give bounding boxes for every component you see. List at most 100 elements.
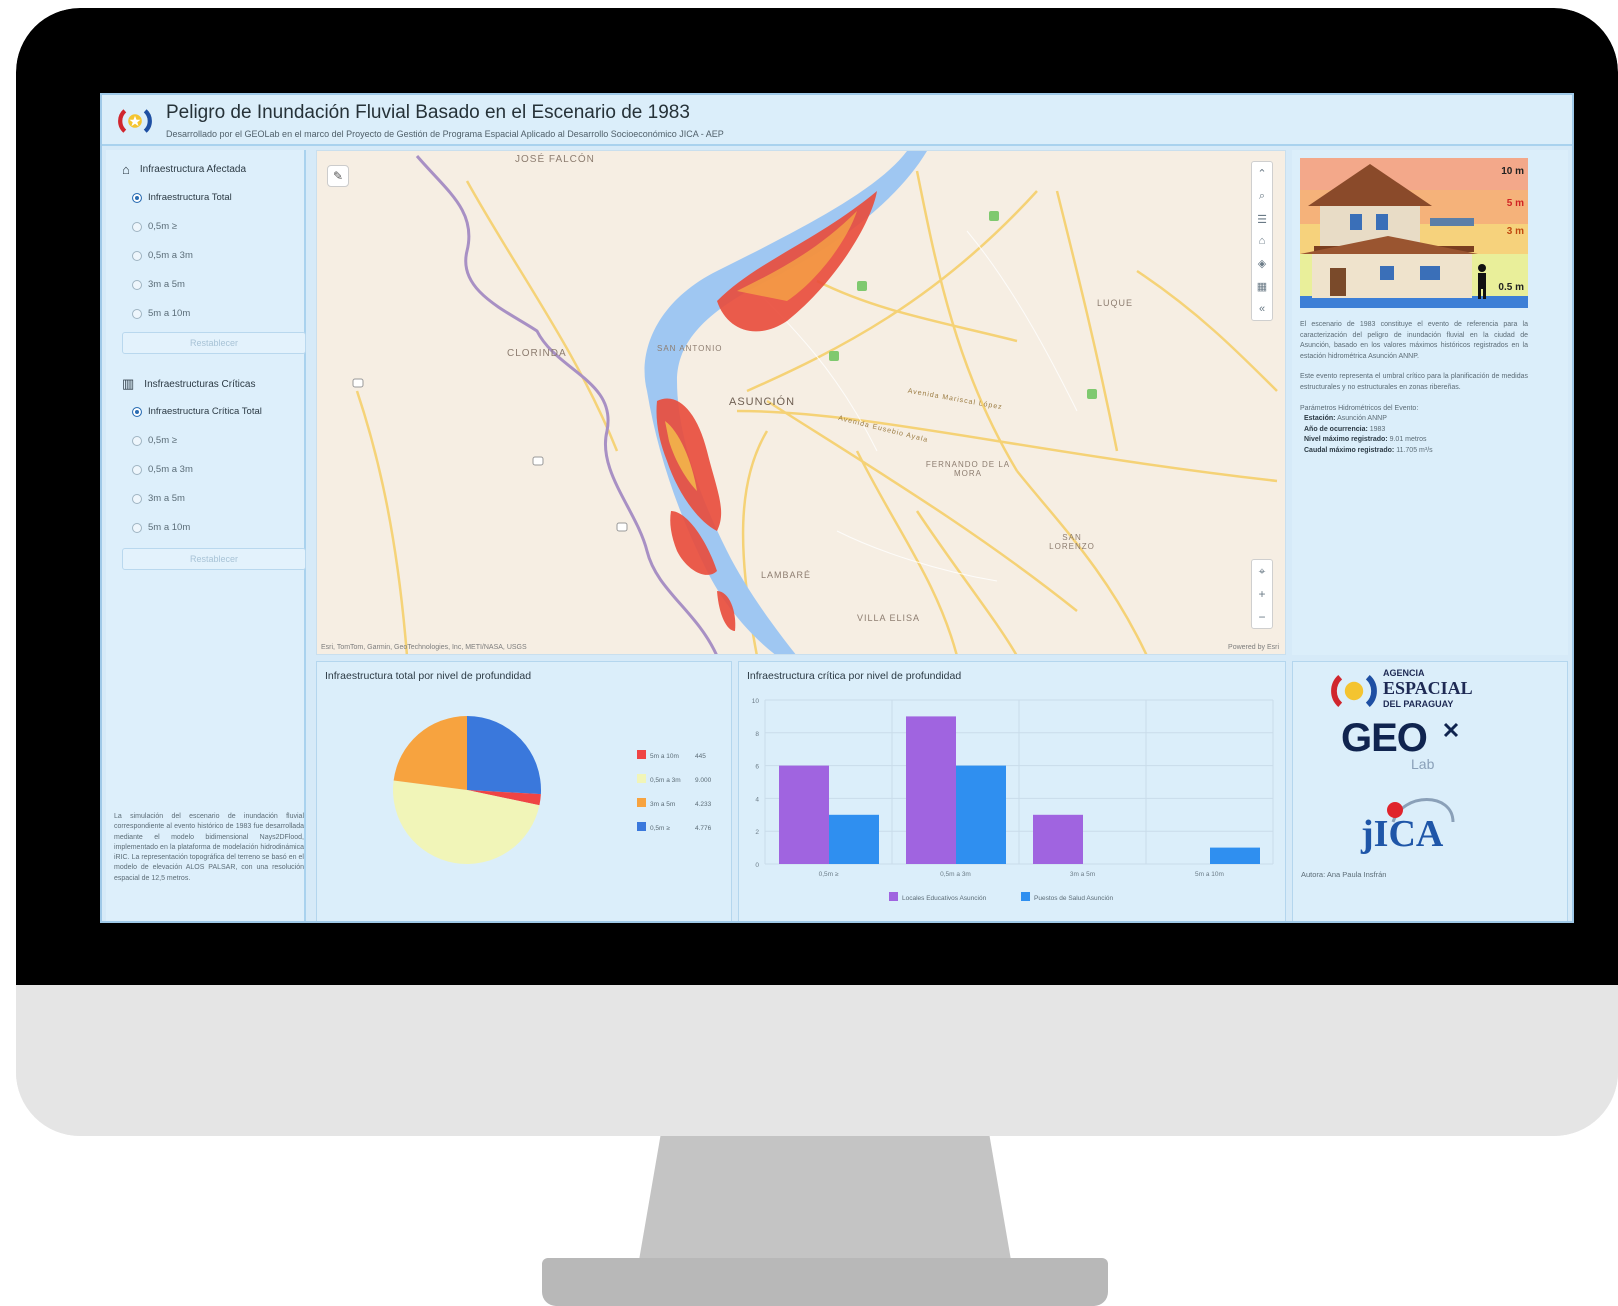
bar-chart-title: Infraestructura crítica por nivel de pro… bbox=[747, 670, 962, 682]
depth-label: 10 m bbox=[1501, 166, 1524, 177]
radio-dot-icon[interactable] bbox=[132, 308, 142, 319]
legend-label: Locales Educativos Asunción bbox=[902, 895, 987, 902]
edit-icon[interactable]: ✎ bbox=[327, 165, 349, 187]
infra-critical-radio[interactable]: Infraestructura Crítica Total bbox=[132, 406, 262, 417]
search-icon[interactable]: ⌕ bbox=[1259, 190, 1265, 203]
radio-dot-icon[interactable] bbox=[132, 192, 142, 203]
map-attribution: Esri, TomTom, Garmin, GeoTechnologies, I… bbox=[321, 644, 527, 651]
depth-label: 3 m bbox=[1506, 226, 1524, 237]
collapse-up-icon[interactable]: ⌃ bbox=[1257, 167, 1266, 180]
pie-slice[interactable] bbox=[393, 716, 467, 790]
map-label: ASUNCIÓN bbox=[729, 396, 796, 408]
info-panel: 10 m 5 m 3 m 0.5 m El escenario de 1983 … bbox=[1292, 150, 1568, 655]
infra-critical-radio[interactable]: 0,5m a 3m bbox=[132, 464, 193, 475]
infra-affected-heading: ⌂ Infraestructura Afectada bbox=[122, 162, 247, 177]
collapse-left-icon[interactable]: « bbox=[1259, 303, 1265, 315]
zoom-out-icon[interactable]: − bbox=[1258, 610, 1265, 624]
legend-swatch bbox=[637, 798, 646, 807]
legend-swatch bbox=[637, 750, 646, 759]
legend-icon[interactable]: ☰ bbox=[1257, 213, 1267, 226]
radio-label: 0,5m ≥ bbox=[148, 435, 177, 446]
radio-dot-icon[interactable] bbox=[132, 221, 142, 232]
pie-chart[interactable]: 5m a 10m 445 0,5m a 3m 9.000 3m a 5m 4.233 0,5… bbox=[317, 690, 731, 920]
infra-affected-radio[interactable]: 0,5m a 3m bbox=[132, 250, 193, 261]
model-description: La simulación del escenario de inundació… bbox=[114, 813, 304, 882]
infra-affected-radio[interactable]: 5m a 10m bbox=[132, 308, 190, 319]
radio-dot-icon[interactable] bbox=[132, 250, 142, 261]
radio-label: 5m a 10m bbox=[148, 308, 191, 319]
infra-critical-radio[interactable]: 0,5m ≥ bbox=[132, 435, 177, 446]
legend-label: 0,5m ≥ bbox=[650, 825, 670, 832]
layers-icon[interactable]: ◈ bbox=[1258, 257, 1266, 270]
depth-label: 5 m bbox=[1506, 198, 1524, 209]
monitor-chin bbox=[16, 985, 1618, 1136]
bar[interactable] bbox=[956, 765, 1006, 864]
radio-dot-icon[interactable] bbox=[132, 522, 142, 533]
param-value: 9.01 metros bbox=[1389, 436, 1427, 444]
bar[interactable] bbox=[829, 814, 879, 864]
map-label: FERNANDO DE LA MORA bbox=[925, 460, 1011, 478]
map-label: SAN LORENZO bbox=[1049, 533, 1095, 551]
param-label: Año de ocurrencia: bbox=[1304, 425, 1368, 433]
legend-label: 5m a 10m bbox=[650, 753, 679, 760]
legend-swatch bbox=[637, 774, 646, 783]
zoom-controls: ⌖ + − bbox=[1251, 559, 1273, 629]
geolab-logo: GEO bbox=[1341, 716, 1428, 760]
monitor-base bbox=[542, 1258, 1108, 1306]
reset-affected-button[interactable]: Restablecer bbox=[122, 332, 306, 354]
radio-dot-icon[interactable] bbox=[132, 435, 142, 446]
radio-label: Infraestructura Crítica Total bbox=[148, 406, 262, 417]
param-row: Año de ocurrencia: 1983 bbox=[1300, 425, 1528, 436]
zoom-in-icon[interactable]: + bbox=[1258, 587, 1265, 601]
bar[interactable] bbox=[1033, 814, 1083, 864]
bar-chart[interactable]: 0 2 4 6 8 10 0,5m ≥ 0,5m a 3m 3m a 5m 5m a 10m Loc… bbox=[739, 690, 1285, 920]
radio-label: 3m a 5m bbox=[148, 279, 185, 290]
x-tick-label: 0,5m a 3m bbox=[940, 871, 971, 878]
param-row: Estación: Asunción ANNP bbox=[1300, 414, 1528, 425]
radio-dot-icon[interactable] bbox=[132, 493, 142, 504]
x-tick-label: 5m a 10m bbox=[1195, 871, 1224, 878]
pie-chart-title: Infraestructura total por nivel de profu… bbox=[325, 670, 532, 682]
bar[interactable] bbox=[779, 765, 829, 864]
y-tick-label: 4 bbox=[755, 796, 759, 803]
basemap-icon[interactable]: ▦ bbox=[1257, 280, 1267, 293]
infra-critical-radio[interactable]: 3m a 5m bbox=[132, 493, 185, 504]
map-label: CLORINDA bbox=[507, 348, 567, 359]
legend-label: Puestos de Salud Asunción bbox=[1034, 895, 1114, 902]
locate-icon[interactable]: ⌖ bbox=[1259, 564, 1266, 579]
map-label: LAMBARÉ bbox=[761, 570, 812, 580]
param-label: Nivel máximo registrado: bbox=[1304, 436, 1388, 444]
infra-affected-radio[interactable]: Infraestructura Total bbox=[132, 192, 232, 203]
building-icon: ▥ bbox=[122, 376, 135, 391]
radio-label: Infraestructura Total bbox=[148, 192, 232, 203]
pie-slice[interactable] bbox=[467, 716, 541, 795]
radio-label: 0,5m a 3m bbox=[148, 464, 193, 475]
radio-dot-icon[interactable] bbox=[132, 464, 142, 475]
legend-label: 0,5m a 3m bbox=[650, 777, 681, 784]
map-label: LUQUE bbox=[1097, 298, 1134, 308]
reset-critical-button[interactable]: Restablecer bbox=[122, 548, 306, 570]
radio-dot-icon[interactable] bbox=[132, 279, 142, 290]
param-value: 1983 bbox=[1369, 425, 1386, 433]
depth-illustration: 10 m 5 m 3 m 0.5 m bbox=[1300, 158, 1528, 308]
bar-chart-panel: Infraestructura crítica por nivel de pro… bbox=[738, 661, 1286, 921]
bar[interactable] bbox=[906, 716, 956, 864]
radio-dot-icon[interactable] bbox=[132, 406, 142, 417]
y-tick-label: 0 bbox=[755, 862, 759, 869]
home-icon[interactable]: ⌂ bbox=[1259, 235, 1266, 247]
radio-label: 5m a 10m bbox=[148, 522, 191, 533]
legend-swatch bbox=[637, 822, 646, 831]
map-label: JOSÉ FALCÓN bbox=[515, 154, 595, 165]
param-value: 11.705 m³/s bbox=[1396, 446, 1433, 454]
infra-affected-radio[interactable]: 0,5m ≥ bbox=[132, 221, 177, 232]
legend-swatch bbox=[889, 892, 898, 901]
filter-sidebar: ⌂ Infraestructura Afectada Infraestructu… bbox=[106, 150, 306, 921]
dashboard-screen: Peligro de Inundación Fluvial Basado en … bbox=[100, 93, 1574, 923]
flood-map[interactable]: JOSÉ FALCÓN CLORINDA SAN ANTONIO ASUNCIÓ… bbox=[316, 150, 1286, 655]
bar[interactable] bbox=[1210, 847, 1260, 864]
agency-name: DEL PARAGUAY bbox=[1383, 699, 1454, 709]
infra-critical-radio[interactable]: 5m a 10m bbox=[132, 522, 190, 533]
infra-affected-radio[interactable]: 3m a 5m bbox=[132, 279, 185, 290]
app-header: Peligro de Inundación Fluvial Basado en … bbox=[102, 95, 1572, 146]
legend-value: 9.000 bbox=[695, 777, 712, 784]
